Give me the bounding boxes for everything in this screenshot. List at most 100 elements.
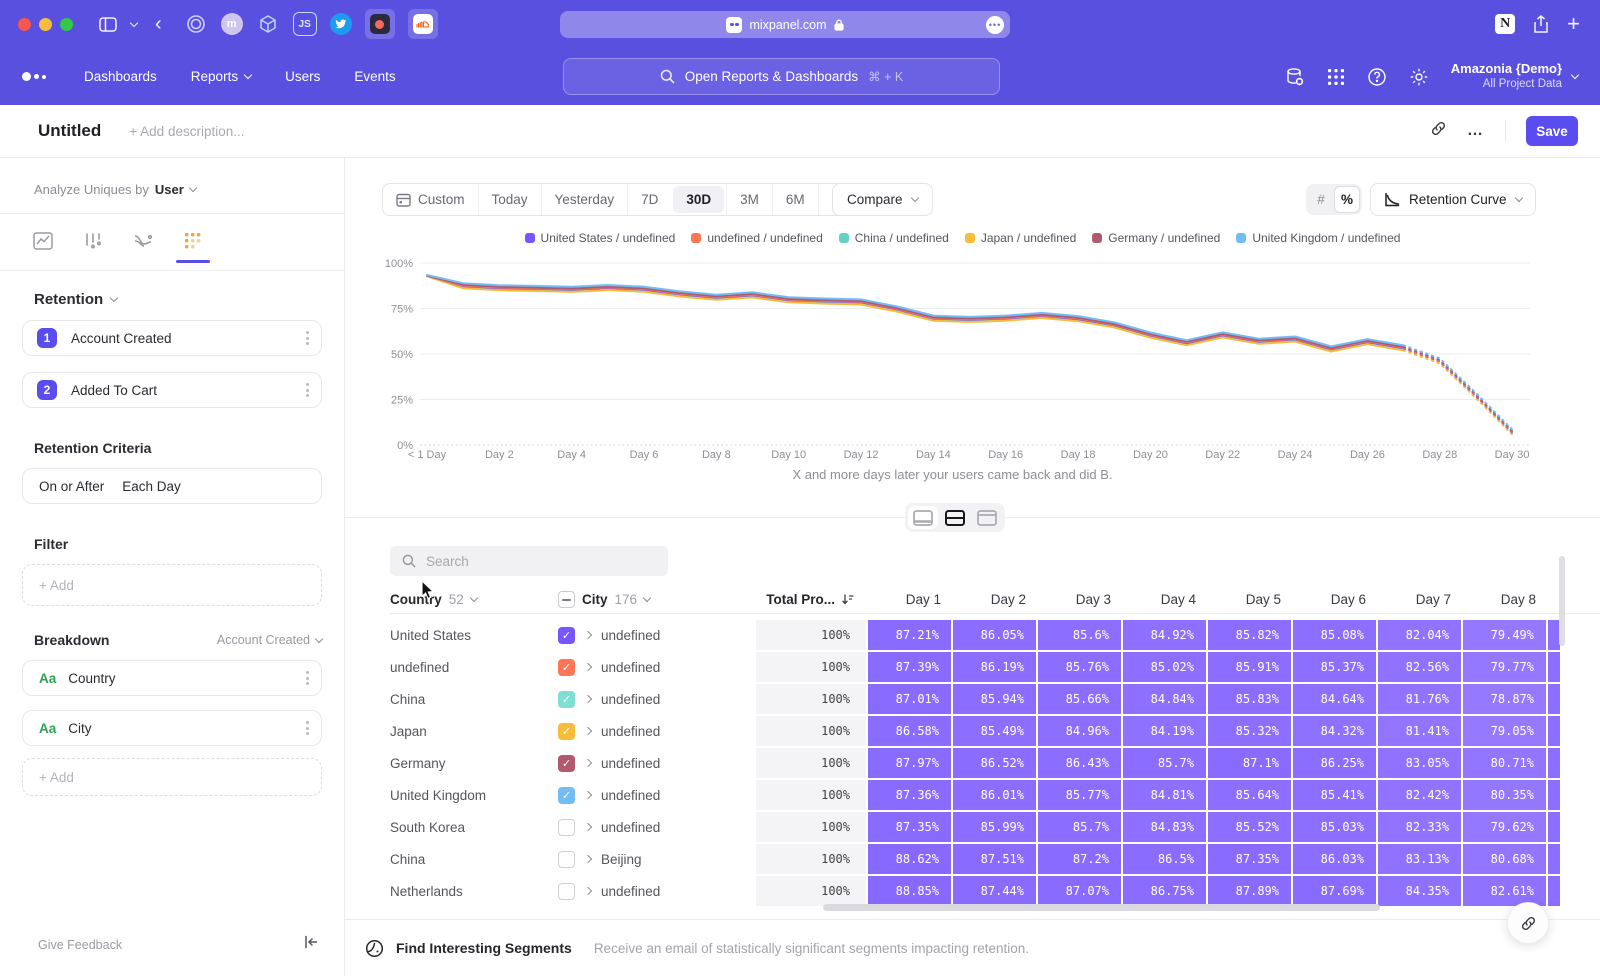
breakdown-card-country[interactable]: Aa Country [22, 660, 322, 696]
pinned-tab-soundcloud-icon[interactable] [408, 9, 438, 39]
retention-cell[interactable]: 85.52% [1208, 812, 1291, 842]
retention-cell[interactable]: 87.01% [868, 684, 951, 714]
country-cell[interactable]: Japan [390, 724, 558, 739]
country-cell[interactable]: United States [390, 628, 558, 643]
retention-cell[interactable]: 87.44% [953, 876, 1036, 906]
retention-cell[interactable]: 78.87% [1463, 684, 1546, 714]
country-cell[interactable]: Netherlands [390, 884, 558, 899]
back-icon[interactable]: ‹ [155, 13, 162, 36]
retention-cell[interactable]: 85.49% [953, 716, 1036, 746]
report-title[interactable]: Untitled [38, 121, 101, 141]
analyze-by-value[interactable]: User [155, 182, 184, 197]
extension-js-icon[interactable]: JS [293, 12, 317, 36]
kebab-menu-icon[interactable] [306, 671, 309, 685]
add-description[interactable]: + Add description... [129, 124, 244, 139]
expand-row-icon[interactable] [584, 791, 592, 799]
site-options-icon[interactable]: ••• [986, 16, 1004, 34]
retention-cell[interactable]: 86.01% [953, 780, 1036, 810]
nav-item-users[interactable]: Users [285, 69, 320, 84]
close-window-icon[interactable] [18, 18, 31, 31]
day-column-header[interactable]: Day 8 [1463, 592, 1548, 607]
retention-cell[interactable]: 87.69% [1293, 876, 1376, 906]
retention-cell[interactable]: 88.85% [868, 876, 951, 906]
extension-target-icon[interactable] [184, 12, 208, 36]
total-column-header[interactable]: Total Pro... [756, 592, 868, 607]
retention-cell[interactable]: 87.1% [1208, 748, 1291, 778]
day-column-header[interactable]: Day 7 [1378, 592, 1463, 607]
new-tab-icon[interactable]: + [1567, 11, 1580, 37]
tab-flows[interactable] [130, 228, 156, 254]
day-column-header[interactable]: Day 3 [1038, 592, 1123, 607]
retention-cell[interactable]: 83.05% [1378, 748, 1461, 778]
retention-cell[interactable]: 84.92% [1123, 620, 1206, 650]
breakdown-event-selector[interactable]: Account Created [217, 633, 322, 647]
retention-cell[interactable]: 85.66% [1038, 684, 1121, 714]
window-controls[interactable] [18, 18, 73, 31]
country-cell[interactable]: Germany [390, 756, 558, 771]
retention-cell[interactable]: 86.5% [1123, 844, 1206, 874]
percent-mode-button[interactable]: % [1334, 186, 1360, 213]
retention-cell[interactable]: 86.58% [868, 716, 951, 746]
retention-cell[interactable]: 79.77% [1463, 652, 1546, 682]
chart-type-selector[interactable]: Retention Curve [1370, 183, 1536, 216]
country-cell[interactable]: United Kingdom [390, 788, 558, 803]
retention-cell[interactable]: 84.64% [1293, 684, 1376, 714]
retention-cell[interactable]: 85.02% [1123, 652, 1206, 682]
give-feedback-link[interactable]: Give Feedback [38, 938, 122, 952]
retention-cell[interactable]: 87.35% [1208, 844, 1291, 874]
retention-cell[interactable]: 85.91% [1208, 652, 1291, 682]
global-search[interactable]: Open Reports & Dashboards ⌘ + K [563, 58, 1000, 95]
retention-cell[interactable]: 87.89% [1208, 876, 1291, 906]
find-segments-title[interactable]: Find Interesting Segments [396, 940, 572, 956]
nav-item-reports[interactable]: Reports [191, 69, 251, 84]
mixpanel-logo[interactable] [22, 72, 46, 81]
country-cell[interactable]: South Korea [390, 820, 558, 835]
range-30d[interactable]: 30D [673, 186, 724, 213]
retention-cell[interactable]: 84.81% [1123, 780, 1206, 810]
series-checkbox[interactable]: ✓ [558, 659, 575, 676]
criteria-on-or-after[interactable]: On or After [39, 479, 104, 494]
retention-cell[interactable]: 85.08% [1293, 620, 1376, 650]
copy-link-icon[interactable] [1430, 120, 1447, 142]
data-management-icon[interactable] [1285, 67, 1305, 87]
legend-item[interactable]: Germany / undefined [1092, 231, 1220, 245]
tab-retention[interactable] [180, 228, 206, 254]
range-6m[interactable]: 6M [772, 184, 818, 215]
retention-cell[interactable]: 86.05% [953, 620, 1036, 650]
legend-item[interactable]: United States / undefined [525, 231, 676, 245]
retention-cell[interactable]: 87.51% [953, 844, 1036, 874]
range-custom[interactable]: Custom [383, 184, 478, 215]
retention-cell[interactable]: 87.35% [868, 812, 951, 842]
series-checkbox[interactable]: ✓ [558, 755, 575, 772]
minimize-window-icon[interactable] [39, 18, 52, 31]
compare-button[interactable]: Compare [832, 183, 933, 216]
retention-cell[interactable]: 85.94% [953, 684, 1036, 714]
legend-item[interactable]: Japan / undefined [965, 231, 1076, 245]
retention-cell[interactable]: 84.35% [1378, 876, 1461, 906]
retention-cell[interactable]: 87.07% [1038, 876, 1121, 906]
kebab-menu-icon[interactable] [306, 383, 309, 397]
range-7d[interactable]: 7D [627, 184, 671, 215]
range-3m[interactable]: 3M [726, 184, 772, 215]
expand-row-icon[interactable] [584, 887, 592, 895]
nav-item-events[interactable]: Events [354, 69, 395, 84]
help-icon[interactable] [1367, 67, 1387, 87]
retention-cell[interactable]: 82.61% [1463, 876, 1546, 906]
kebab-menu-icon[interactable] [306, 721, 309, 735]
retention-cell[interactable]: 82.56% [1378, 652, 1461, 682]
series-checkbox[interactable]: ✓ [558, 723, 575, 740]
retention-cell[interactable]: 85.6% [1038, 620, 1121, 650]
step-event-name[interactable]: Account Created [71, 331, 172, 346]
city-column-header[interactable]: City 176 [558, 591, 756, 608]
retention-cell[interactable]: 79.62% [1463, 812, 1546, 842]
retention-cell[interactable]: 81.76% [1378, 684, 1461, 714]
expand-row-icon[interactable] [584, 695, 592, 703]
day-column-header[interactable]: Day 5 [1208, 592, 1293, 607]
country-cell[interactable]: undefined [390, 660, 558, 675]
more-options-icon[interactable]: … [1467, 122, 1485, 140]
retention-cell[interactable]: 82.42% [1378, 780, 1461, 810]
retention-cell[interactable]: 81.41% [1378, 716, 1461, 746]
retention-cell[interactable]: 80.68% [1463, 844, 1546, 874]
retention-cell[interactable]: 86.25% [1293, 748, 1376, 778]
retention-cell[interactable]: 84.96% [1038, 716, 1121, 746]
